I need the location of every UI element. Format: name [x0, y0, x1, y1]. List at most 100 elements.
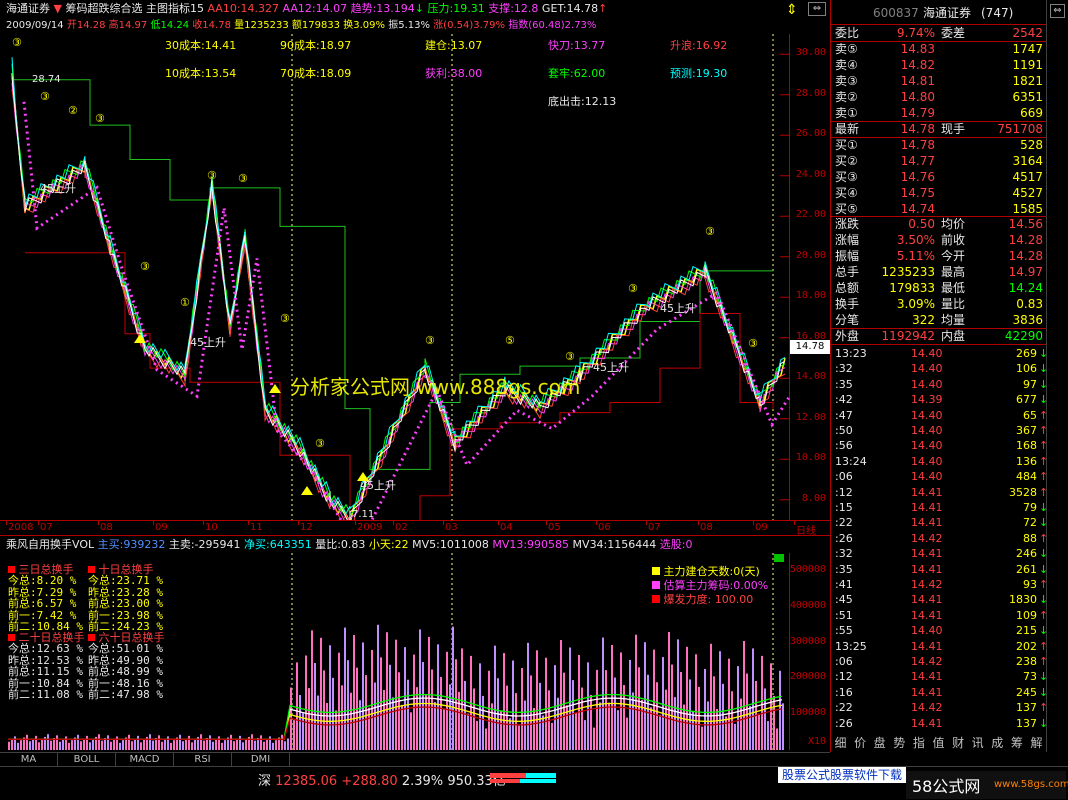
forecast-label: 预测:19.30: [670, 67, 727, 80]
scroll-up-icon[interactable]: ⇕: [786, 2, 798, 18]
volume-bar: [86, 735, 88, 750]
order-book-row[interactable]: 卖② 14.80 6351: [831, 89, 1047, 105]
volume-bar: [488, 670, 490, 750]
order-book-row[interactable]: 买② 14.77 3164: [831, 153, 1047, 169]
volume-bar: [188, 735, 190, 750]
expand-icon[interactable]: [774, 554, 784, 562]
y-tick-label: 12.00: [795, 411, 826, 423]
dropdown-icon[interactable]: ▼: [54, 2, 62, 15]
indicator-name[interactable]: 筹码超跌综合选: [65, 2, 142, 15]
volume-bar: [758, 713, 760, 750]
order-book-row[interactable]: 买③ 14.76 4517: [831, 169, 1047, 185]
x-tick-label: 09: [755, 522, 768, 533]
volume-bar: [101, 740, 103, 750]
main-sell: 主卖:-295941: [168, 538, 241, 551]
volume-bar: [692, 712, 694, 750]
panel-tab[interactable]: 值: [929, 734, 948, 752]
price-axis: 30.00 28.00 26.00 24.00 22.00 20.00 18.00 16.00…: [790, 34, 830, 520]
panel-tab[interactable]: 细: [831, 734, 850, 752]
volume-bar: [395, 639, 397, 750]
tab-dmi[interactable]: DMI: [232, 753, 290, 767]
peak-price-label: 28.74: [32, 74, 61, 85]
y-tick-label: 26.00: [795, 128, 826, 140]
panel-tab[interactable]: 筹: [1007, 734, 1026, 752]
volume-bar: [8, 741, 10, 750]
volume-bar: [527, 642, 529, 750]
ad-text[interactable]: 股票公式股票软件下载: [778, 767, 907, 783]
volume-bar: [743, 640, 745, 750]
restore-icon[interactable]: ⇔: [1050, 4, 1065, 18]
volume-bar: [491, 703, 493, 750]
volume-bar: [401, 704, 403, 750]
site-url: www.58gs.com: [994, 779, 1068, 790]
panel-tab[interactable]: 指: [909, 734, 928, 752]
tick-row: :51 14.41 109 ↑: [835, 608, 1049, 622]
volume-bar: [536, 650, 538, 750]
stats-row: 涨幅 3.50% 前收 14.28: [835, 233, 1043, 247]
turnover-item: 前二:11.08 %: [8, 688, 83, 701]
ohlc-high: 高14.97: [108, 20, 148, 31]
price-chart[interactable]: ③②③③①③③③③③⑤③③③③ ③ 30成本:14.41 90成本:18.97 …: [0, 34, 799, 543]
ohlc-amount: 额179833: [291, 20, 341, 31]
order-book-row[interactable]: 买① 14.78 528: [831, 137, 1047, 153]
quote-panel: 600837 海通证券 (747) 委比 9.74% 委差 2542 卖⑤ 14.…: [830, 0, 1068, 752]
stats-row: 涨跌 0.50 均价 14.56: [835, 217, 1043, 231]
tick-row: :26 14.42 88 ↑: [835, 531, 1049, 545]
market-index[interactable]: 深 12385.06 +288.80 2.39% 950.33亿: [258, 770, 506, 789]
scrollbar[interactable]: ⇔: [1046, 0, 1068, 752]
mv5: MV5:1011008: [412, 538, 489, 551]
zoom-icon[interactable]: ⇔: [808, 2, 826, 16]
legend-days: 主力建仓天数:0(天): [652, 565, 768, 579]
panel-tab[interactable]: 解: [1027, 734, 1046, 752]
order-book-row[interactable]: 买④ 14.75 4527: [831, 185, 1047, 201]
net-buy: 净买:643351: [244, 538, 312, 551]
tick-row: :26 14.41 137 ↓: [835, 716, 1049, 730]
tab-macd[interactable]: MACD: [116, 753, 174, 767]
volume-bar: [113, 739, 115, 750]
order-book-row[interactable]: 买⑤ 14.74 1585: [831, 201, 1047, 217]
indicator-title[interactable]: 乘风自用换手VOL: [6, 538, 94, 551]
tab-ma[interactable]: MA: [0, 753, 58, 767]
order-book-row[interactable]: 卖⑤ 14.83 1747: [831, 41, 1047, 57]
volume-bar: [11, 739, 13, 750]
x-tick-label: 07: [40, 522, 53, 533]
panel-tab[interactable]: 成: [988, 734, 1007, 752]
build-label: 建仓:13.07: [425, 38, 482, 52]
volume-bar: [620, 652, 622, 750]
current-price-tag: 14.78: [790, 340, 830, 354]
x-tick-label: 07: [648, 522, 661, 533]
volume-chart[interactable]: 三日总换手 今总:8.20 % 昨总:7.29 % 前总:6.57 % 前一:7.42…: [0, 553, 790, 750]
panel-tab[interactable]: 价: [851, 734, 870, 752]
order-book-row[interactable]: 卖④ 14.82 1191: [831, 57, 1047, 73]
x-tick-label: 12: [300, 522, 313, 533]
volume-bar: [485, 728, 487, 750]
volume-bar: [725, 716, 727, 750]
order-book-row[interactable]: 卖① 14.79 669: [831, 105, 1047, 121]
volume-bar: [365, 675, 367, 750]
turnover-item: 前总:48.99 %: [88, 665, 163, 678]
volume-bar: [314, 662, 316, 750]
order-book-row[interactable]: 卖③ 14.81 1821: [831, 73, 1047, 89]
rise45-label-2: 45上升: [360, 479, 396, 492]
panel-tab[interactable]: 财: [949, 734, 968, 752]
tick-row: :32 14.40 106 ↓: [835, 362, 1049, 376]
volume-bar: [212, 741, 214, 750]
volume-bar: [434, 702, 436, 750]
cost30-label: 30成本:14.41: [165, 38, 236, 52]
legend-box: 主力建仓天数:0(天) 估算主力筹码:0.00% 爆发力度: 100.00: [652, 565, 768, 607]
volume-bar: [575, 712, 577, 750]
tab-boll[interactable]: BOLL: [58, 753, 116, 767]
trend-value: 趋势:13.194: [350, 2, 415, 15]
panel-tab[interactable]: 讯: [968, 734, 987, 752]
panel-tab[interactable]: 势: [890, 734, 909, 752]
ohlc-index: 指数(60.48)2.73%: [508, 20, 597, 31]
volume-bar: [701, 726, 703, 750]
volume-bar: [500, 710, 502, 750]
volume-bar: [476, 721, 478, 750]
volume-bar: [590, 694, 592, 750]
volume-bar: [539, 682, 541, 750]
wave-marker: ③: [315, 437, 325, 450]
volume-bar: [56, 735, 58, 750]
panel-tab[interactable]: 盘: [870, 734, 889, 752]
tab-rsi[interactable]: RSI: [174, 753, 232, 767]
